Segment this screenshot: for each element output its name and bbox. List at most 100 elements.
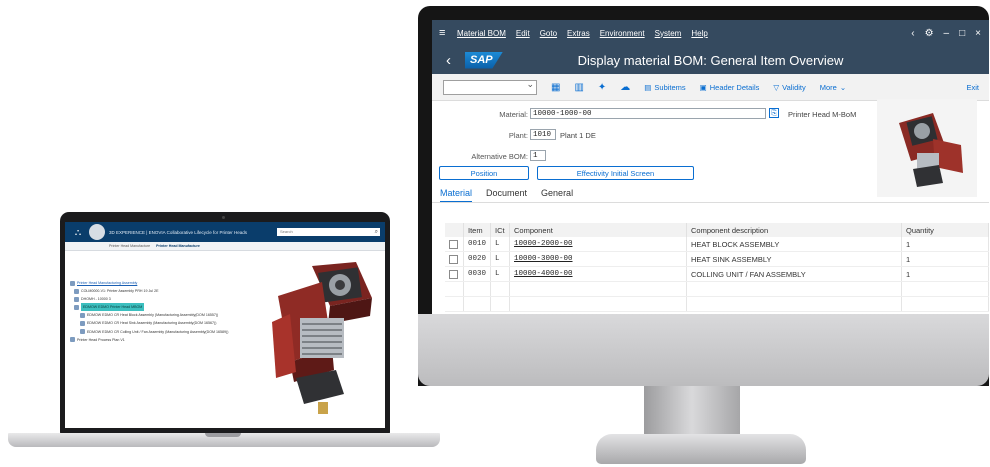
tree-item-selected[interactable]: EDMOW EDMO Printer Head MBOM (70, 303, 228, 312)
product-image (877, 99, 977, 197)
value-help-icon[interactable]: ⎘ (769, 108, 779, 118)
tree-item[interactable]: DHOMH - 10000 3 (70, 295, 228, 303)
laptop-notch (205, 433, 241, 437)
sap-logo: SAP (465, 51, 503, 69)
row-checkbox[interactable] (445, 266, 464, 282)
empty-row (445, 281, 989, 297)
nozzle-block (296, 370, 344, 414)
command-field[interactable]: ⌄ (443, 79, 537, 95)
tab-general[interactable]: General (541, 188, 573, 203)
column-header-quantity[interactable]: Quantity (901, 223, 989, 237)
component-link[interactable]: 10000-4000-00 (509, 266, 687, 282)
menu-bar: ≡ Material BOM Edit Goto Extras Environm… (432, 20, 989, 46)
plm-tab-bar: Printer Head Manufacture Printer Head Ma… (65, 242, 385, 251)
compass-icon[interactable] (89, 224, 105, 240)
row-checkbox[interactable] (445, 251, 464, 267)
chevron-left-icon[interactable]: ‹ (911, 28, 914, 39)
printer-head-3d-model[interactable] (260, 252, 385, 422)
puzzle-icon[interactable]: ✦ (598, 82, 606, 93)
effectivity-button[interactable]: Effectivity Initial Screen (537, 166, 694, 180)
column-header-description[interactable]: Component description (686, 223, 902, 237)
menu-system[interactable]: System (655, 29, 682, 38)
table-row[interactable]: 0020 L 10000-3000-00 HEAT SINK ASSEMBLY … (445, 251, 989, 267)
process-icon (70, 337, 75, 343)
description-cell: COLLING UNIT / FAN ASSEMBLY (686, 266, 902, 282)
validity-button[interactable]: ▽ Validity (773, 83, 805, 92)
quantity-cell: 1 (901, 237, 989, 252)
assembly-icon (80, 329, 85, 335)
tree-item[interactable]: EDMOW EDMO CR Heat Sink Assembly (Manufa… (70, 319, 228, 327)
plm-tab[interactable]: Printer Head Manufacture (109, 244, 150, 248)
maximize-icon[interactable]: □ (959, 28, 965, 39)
tree-item[interactable]: EDMOW EDMO CR Colling Unit / Fan Assembl… (70, 328, 228, 336)
settings-icon[interactable]: ⚙ (925, 28, 934, 39)
position-button[interactable]: Position (439, 166, 529, 180)
heat-sink (300, 318, 344, 358)
chevron-down-icon[interactable]: ⌄ (526, 79, 534, 90)
details-icon: ▣ (699, 82, 707, 92)
menu-edit[interactable]: Edit (516, 29, 530, 38)
close-icon[interactable]: × (975, 28, 981, 39)
plm-tab-active[interactable]: Printer Head Manufacture (156, 244, 200, 248)
exit-button[interactable]: Exit (966, 83, 979, 92)
search-icon[interactable]: ⌕ (375, 228, 378, 236)
row-checkbox[interactable] (445, 237, 464, 252)
menu-material-bom[interactable]: Material BOM (457, 29, 506, 38)
ict-cell: L (490, 237, 510, 252)
brand-logo-icon[interactable]: ⛬ (71, 225, 85, 239)
monitor-chin (418, 314, 989, 386)
ict-cell: L (490, 251, 510, 267)
tab-material[interactable]: Material (440, 188, 473, 203)
columns-icon[interactable]: ▥ (574, 82, 583, 93)
plm-app-title: 3D EXPERIENCE | ENOVIA Collaborative Lif… (109, 229, 247, 235)
tree-item[interactable]: Printer Head Process Plan V1 (70, 336, 228, 344)
alt-bom-field[interactable]: 1 (530, 150, 546, 161)
material-description: Printer Head M-BoM (788, 110, 857, 119)
menu-goto[interactable]: Goto (540, 29, 557, 38)
more-button[interactable]: More ⌄ (820, 83, 846, 92)
monitor-stand (644, 386, 740, 436)
plant-label: Plant: (508, 131, 528, 140)
tab-document[interactable]: Document (486, 188, 527, 203)
laptop: ⛬ 3D EXPERIENCE | ENOVIA Collaborative L… (60, 212, 390, 434)
structure-tree: Printer Head Manufacturing Assembly COLM… (70, 279, 228, 344)
component-link[interactable]: 10000-2000-00 (509, 237, 687, 252)
tree-item[interactable]: Printer Head Manufacturing Assembly (70, 279, 228, 287)
row-selector-header[interactable] (445, 223, 464, 237)
menu-environment[interactable]: Environment (600, 29, 645, 38)
menu-extras[interactable]: Extras (567, 29, 590, 38)
tab-divider (432, 202, 989, 203)
menu-help[interactable]: Help (691, 29, 707, 38)
chevron-down-icon: ⌄ (839, 82, 847, 92)
ict-cell: L (490, 266, 510, 282)
tree-item[interactable]: EDMOW EDMO CR Heat Block Assembly (Manuf… (70, 311, 228, 319)
column-header-item[interactable]: Item (463, 223, 491, 237)
column-header-component[interactable]: Component (509, 223, 687, 237)
minimize-icon[interactable]: – (944, 28, 950, 39)
title-bar: ‹ SAP Display material BOM: General Item… (432, 46, 989, 74)
back-icon[interactable]: ‹ (446, 52, 451, 69)
plm-search-input[interactable]: Search ⌕ (277, 228, 380, 236)
tree-item[interactable]: COLM0000-V1: Printer Assembly PRH 19 Jul… (70, 287, 228, 295)
part-icon (74, 296, 79, 302)
item-cell: 0020 (463, 251, 491, 267)
assembly-icon (74, 304, 79, 310)
header-details-button[interactable]: ▣ Header Details (700, 83, 760, 92)
table-row[interactable]: 0030 L 10000-4000-00 COLLING UNIT / FAN … (445, 266, 989, 282)
laptop-screen: ⛬ 3D EXPERIENCE | ENOVIA Collaborative L… (65, 222, 385, 428)
hamburger-menu-icon[interactable]: ≡ (439, 27, 449, 39)
expand-structure-icon[interactable]: ▦ (551, 82, 560, 93)
filter-icon: ▽ (773, 82, 780, 92)
table-row[interactable]: 0010 L 10000-2000-00 HEAT BLOCK ASSEMBLY… (445, 237, 989, 252)
description-cell: HEAT BLOCK ASSEMBLY (686, 237, 902, 252)
assembly-icon (80, 312, 85, 318)
column-header-ict[interactable]: ICt (490, 223, 510, 237)
material-field[interactable]: 10000-1000-00 (530, 108, 766, 119)
component-link[interactable]: 10000-3000-00 (509, 251, 687, 267)
quantity-cell: 1 (901, 251, 989, 267)
cloud-icon[interactable]: ☁ (620, 82, 630, 93)
plant-field[interactable]: 1010 (530, 129, 556, 140)
quantity-cell: 1 (901, 266, 989, 282)
monitor-stand-foot (596, 434, 806, 464)
subitems-button[interactable]: ▤ Subitems (644, 83, 685, 92)
